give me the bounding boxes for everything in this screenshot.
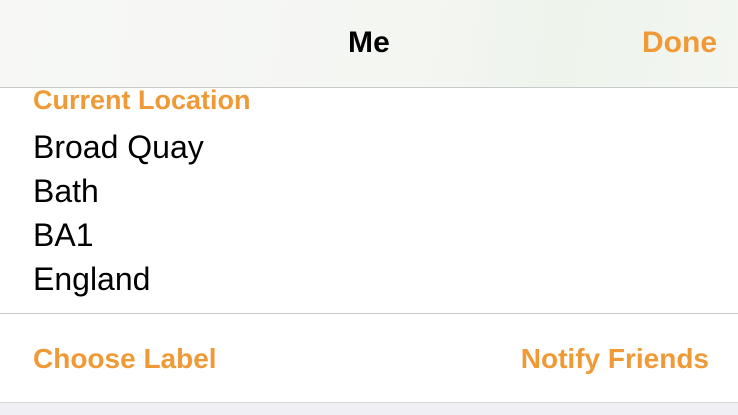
choose-label-button[interactable]: Choose Label [33, 343, 217, 375]
grouped-background-band [0, 402, 738, 415]
address-line-postcode: BA1 [33, 217, 94, 253]
done-button[interactable]: Done [642, 26, 717, 60]
navigation-bar: Me Done [0, 0, 738, 88]
address-line-street: Broad Quay [33, 129, 204, 165]
current-location-section: Current Location Broad Quay Bath BA1 Eng… [0, 85, 738, 314]
actions-row: Choose Label Notify Friends [0, 314, 738, 402]
section-header-current-location: Current Location [33, 85, 251, 115]
notify-friends-button[interactable]: Notify Friends [521, 343, 709, 375]
address-line-city: Bath [33, 173, 99, 209]
address-line-country: England [33, 261, 151, 297]
page-title: Me [347, 26, 391, 59]
